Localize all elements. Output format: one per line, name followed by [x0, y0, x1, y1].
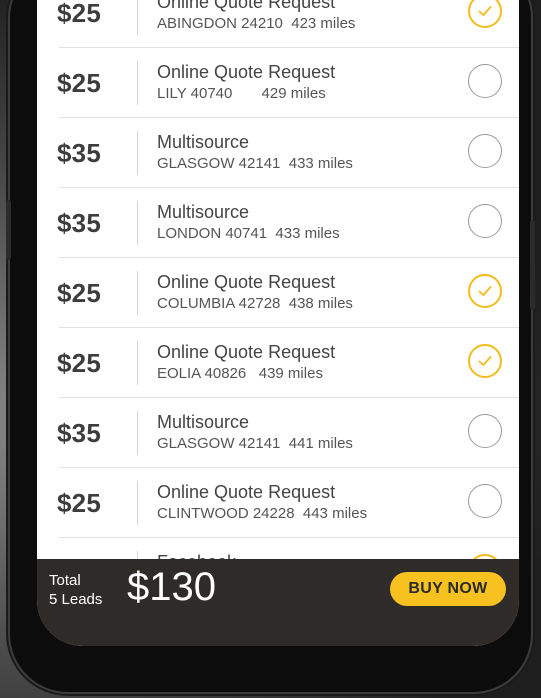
row-separator — [137, 61, 138, 105]
lead-row[interactable]: $25 Online Quote Request EOLIA 40826 439 m… — [37, 328, 519, 398]
lead-price: $35 — [57, 138, 101, 168]
total-label: Total — [49, 572, 81, 589]
total-label-block: Total 5 Leads — [49, 571, 102, 609]
empty-circle-icon[interactable] — [468, 64, 502, 98]
checkout-bar: Total 5 Leads $130 BUY NOW — [37, 559, 519, 646]
checkmark-glyph — [478, 356, 492, 366]
lead-location: CLINTWOOD 24228 443 miles — [157, 505, 368, 522]
lead-price: $25 — [57, 488, 101, 518]
check-circle-icon[interactable] — [468, 0, 502, 28]
checkmark-glyph — [478, 286, 492, 296]
lead-location: GLASGOW 42141 441 miles — [157, 435, 353, 452]
leads-count: 5 Leads — [49, 591, 103, 608]
lead-location: EOLIA 40826 439 miles — [157, 365, 323, 382]
row-separator — [137, 411, 138, 455]
row-separator — [137, 201, 138, 245]
lead-price: $35 — [57, 208, 101, 238]
lead-source: Multisource — [157, 132, 250, 152]
lead-location: COLUMBIA 42728 438 miles — [157, 295, 353, 312]
empty-circle-icon[interactable] — [468, 414, 502, 448]
lead-source: Online Quote Request — [157, 272, 336, 292]
row-separator — [137, 341, 138, 385]
screen: $25 Online Quote Request ABINGDON 24210 42… — [37, 0, 519, 646]
row-separator — [137, 481, 138, 525]
empty-circle-icon[interactable] — [468, 134, 502, 168]
lead-price: $25 — [57, 68, 101, 98]
empty-circle-icon[interactable] — [468, 204, 502, 238]
check-circle-icon[interactable] — [468, 274, 502, 308]
lead-location: LILY 40740 429 miles — [157, 85, 326, 102]
lead-price: $35 — [57, 418, 101, 448]
lead-location: ABINGDON 24210 423 miles — [157, 15, 356, 32]
lead-source: Online Quote Request — [157, 482, 336, 502]
lead-price: $25 — [57, 278, 101, 308]
total-amount: $130 — [127, 565, 216, 609]
lead-source: Online Quote Request — [157, 342, 336, 362]
lead-price: $25 — [57, 348, 101, 378]
lead-row[interactable]: $35 Multisource GLASGOW 42141 433 miles — [37, 118, 519, 188]
lead-row[interactable]: $35 Multisource GLASGOW 42141 441 miles — [37, 398, 519, 468]
lead-source: Online Quote Request — [157, 62, 336, 82]
volume-button — [6, 200, 11, 260]
lead-price: $25 — [57, 0, 101, 28]
lead-row[interactable]: $25 Online Quote Request CLINTWOOD 24228 4… — [37, 468, 519, 538]
buy-now-button[interactable]: BUY NOW — [390, 572, 506, 606]
row-separator — [137, 0, 138, 35]
lead-source: Multisource — [157, 202, 250, 222]
lead-row[interactable]: $25 Online Quote Request COLUMBIA 42728 43… — [37, 258, 519, 328]
row-separator — [137, 271, 138, 315]
lead-row[interactable]: $25 Online Quote Request ABINGDON 24210 42… — [37, 0, 519, 48]
check-circle-icon[interactable] — [468, 344, 502, 378]
lead-source: Multisource — [157, 412, 250, 432]
lead-location: LONDON 40741 433 miles — [157, 225, 340, 242]
lead-location: GLASGOW 42141 433 miles — [157, 155, 353, 172]
power-button — [530, 220, 535, 310]
checkmark-glyph — [478, 6, 492, 16]
row-separator — [137, 131, 138, 175]
lead-row[interactable]: $25 Online Quote Request LILY 40740 429 mi… — [37, 48, 519, 118]
lead-row[interactable]: $35 Multisource LONDON 40741 433 miles — [37, 188, 519, 258]
phone-frame: $25 Online Quote Request ABINGDON 24210 42… — [6, 0, 535, 692]
lead-source: Online Quote Request — [157, 0, 336, 12]
empty-circle-icon[interactable] — [468, 484, 502, 518]
